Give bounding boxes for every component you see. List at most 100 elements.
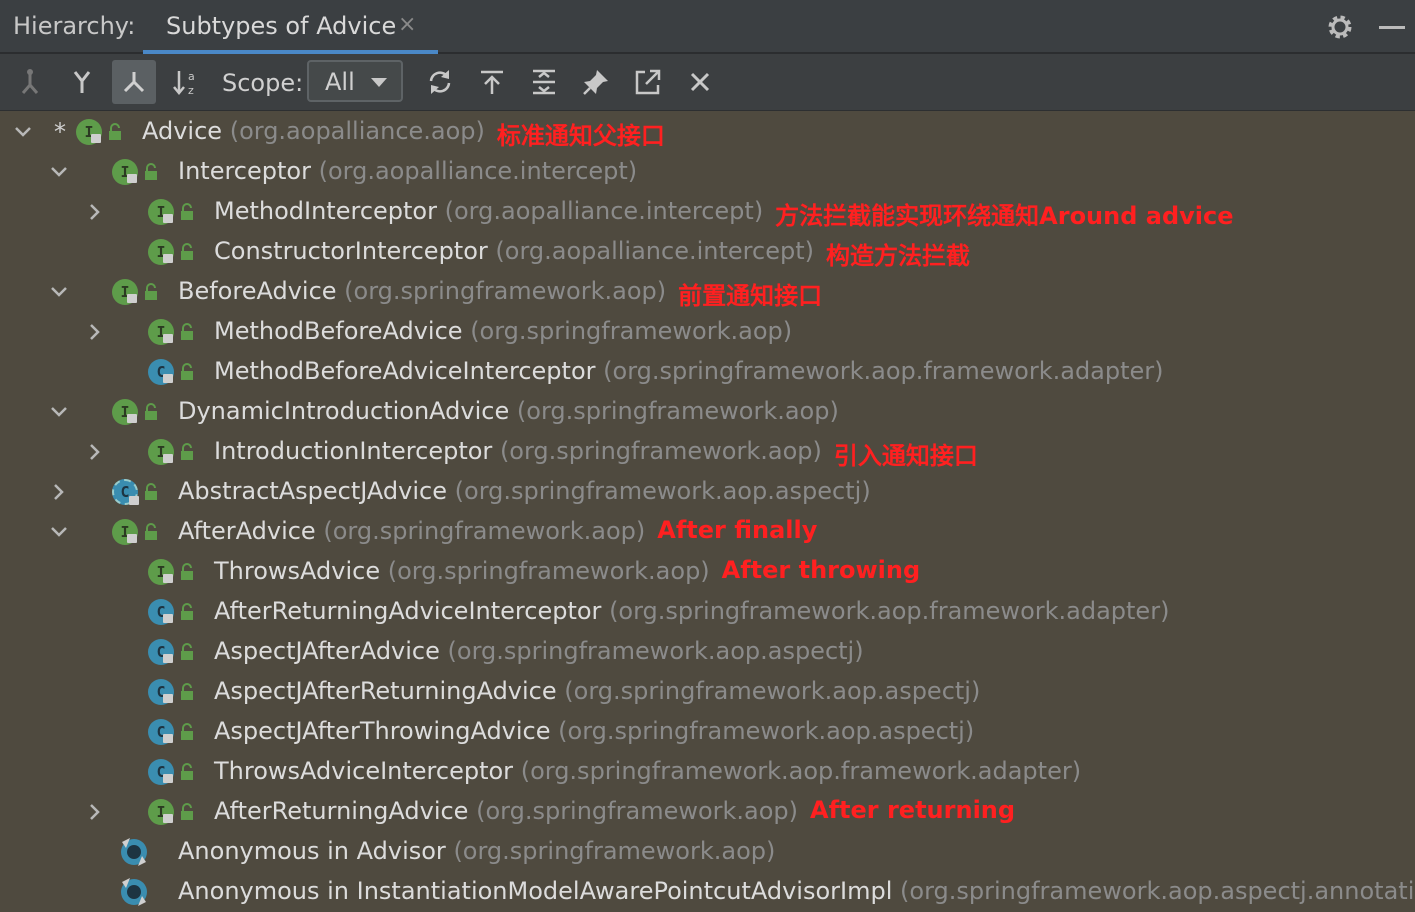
public-access-icon <box>145 483 157 500</box>
package-name: (org.springframework.aop) <box>387 557 710 585</box>
pin-icon[interactable] <box>574 60 618 104</box>
gear-icon[interactable] <box>1326 13 1354 41</box>
tree-row[interactable]: C AfterReturningAdviceInterceptor (org.sp… <box>0 592 1415 632</box>
tree-row[interactable]: C AspectJAfterReturningAdvice (org.spring… <box>0 672 1415 712</box>
tree-item-name[interactable]: DynamicIntroductionAdvice (org.springfra… <box>178 397 839 425</box>
chevron-right-icon[interactable] <box>84 441 106 463</box>
package-name: (org.springframework.aop.framework.adapt… <box>603 357 1164 385</box>
tree-row[interactable]: I MethodBeforeAdvice (org.springframework… <box>0 312 1415 352</box>
class-hierarchy-icon[interactable] <box>112 60 156 104</box>
class-name: Interceptor <box>178 157 311 185</box>
refresh-icon[interactable] <box>418 60 462 104</box>
export-icon[interactable] <box>470 60 514 104</box>
tree-row[interactable]: * I Advice (org.aopalliance.aop) 标准通知父接口 <box>0 112 1415 152</box>
package-name: (org.springframework.aop.framework.adapt… <box>520 757 1082 785</box>
public-access-icon <box>181 763 193 780</box>
chevron-right-icon[interactable] <box>48 481 70 503</box>
class-name: Anonymous in Advisor <box>178 837 446 865</box>
package-name: (org.springframework.aop) <box>323 517 646 545</box>
tree-row[interactable]: C AspectJAfterAdvice (org.springframework… <box>0 632 1415 672</box>
package-name: (org.aopalliance.intercept) <box>444 197 764 225</box>
close-icon[interactable] <box>678 60 722 104</box>
class-icon: C <box>148 759 174 785</box>
tree-row[interactable]: I AfterAdvice (org.springframework.aop) Af… <box>0 512 1415 552</box>
tree-item-name[interactable]: Anonymous in InstantiationModelAwarePoin… <box>178 877 1415 905</box>
hierarchy-tree: * I Advice (org.aopalliance.aop) 标准通知父接口 I In… <box>0 112 1415 912</box>
interface-icon: I <box>148 199 174 225</box>
class-name: Advice <box>142 117 223 145</box>
tree-row[interactable]: Anonymous in InstantiationModelAwarePoin… <box>0 872 1415 912</box>
class-name: IntroductionInterceptor <box>214 437 493 465</box>
open-in-new-window-icon[interactable] <box>626 60 670 104</box>
tree-item-name[interactable]: MethodInterceptor (org.aopalliance.inter… <box>214 197 763 225</box>
interface-icon: I <box>112 279 138 305</box>
tree-row[interactable]: I ThrowsAdvice (org.springframework.aop) A… <box>0 552 1415 592</box>
class-icon: C <box>148 719 174 745</box>
class-name: ThrowsAdvice <box>214 557 381 585</box>
annotation-note: 引入通知接口 <box>833 442 978 470</box>
tree-row[interactable]: I IntroductionInterceptor (org.springfram… <box>0 432 1415 472</box>
minimize-icon[interactable] <box>1379 26 1405 29</box>
class-icon: C <box>148 599 174 625</box>
package-name: (org.springframework.aop.aspectj) <box>447 637 864 665</box>
svg-text:a: a <box>188 70 195 83</box>
tree-row[interactable]: I DynamicIntroductionAdvice (org.springfr… <box>0 392 1415 432</box>
tree-item-name[interactable]: IntroductionInterceptor (org.springframe… <box>214 437 822 465</box>
interface-icon: I <box>76 119 102 145</box>
tree-item-name[interactable]: AspectJAfterThrowingAdvice (org.springfr… <box>214 717 974 745</box>
class-name: Anonymous in InstantiationModelAwarePoin… <box>178 877 893 905</box>
public-access-icon <box>181 683 193 700</box>
tree-item-name[interactable]: AfterReturningAdviceInterceptor (org.spr… <box>214 597 1169 625</box>
tree-item-name[interactable]: ThrowsAdvice (org.springframework.aop) <box>214 557 710 585</box>
tree-row[interactable]: C AbstractAspectJAdvice (org.springframew… <box>0 472 1415 512</box>
tab-close-icon[interactable]: × <box>398 12 416 37</box>
tab-title: Subtypes of Advice <box>166 12 397 40</box>
tree-item-name[interactable]: AspectJAfterReturningAdvice (org.springf… <box>214 677 980 705</box>
tree-row[interactable]: C AspectJAfterThrowingAdvice (org.springf… <box>0 712 1415 752</box>
tree-item-name[interactable]: AspectJAfterAdvice (org.springframework.… <box>214 637 864 665</box>
package-name: (org.springframework.aop.framework.adapt… <box>609 597 1170 625</box>
tree-item-name[interactable]: Anonymous in Advisor (org.springframewor… <box>178 837 775 865</box>
supertypes-hierarchy-icon[interactable] <box>8 60 52 104</box>
tree-row[interactable]: I Interceptor (org.aopalliance.intercept) <box>0 152 1415 192</box>
package-name: (org.springframework.aop) <box>476 797 799 825</box>
chevron-down-icon[interactable] <box>48 401 70 423</box>
tree-item-name[interactable]: BeforeAdvice (org.springframework.aop) <box>178 277 666 305</box>
tree-row[interactable]: I ConstructorInterceptor (org.aopalliance… <box>0 232 1415 272</box>
package-name: (org.aopalliance.intercept) <box>495 237 814 265</box>
expand-all-icon[interactable] <box>522 60 566 104</box>
sort-alphabetically-icon[interactable]: az <box>164 60 208 104</box>
chevron-down-icon[interactable] <box>48 161 70 183</box>
chevron-down-icon[interactable] <box>12 121 34 143</box>
chevron-right-icon[interactable] <box>84 801 106 823</box>
package-name: (org.springframework.aop) <box>453 837 776 865</box>
annotation-note: 构造方法拦截 <box>825 242 970 270</box>
hierarchy-toolbar: az Scope: All <box>0 54 1415 111</box>
subtypes-hierarchy-icon[interactable] <box>60 60 104 104</box>
tree-row[interactable]: I AfterReturningAdvice (org.springframewo… <box>0 792 1415 832</box>
public-access-icon <box>145 283 157 300</box>
tree-item-name[interactable]: AfterReturningAdvice (org.springframewor… <box>214 797 798 825</box>
public-access-icon <box>109 123 121 140</box>
tab-subtypes-of-advice[interactable]: Subtypes of Advice × <box>143 0 438 54</box>
chevron-down-icon[interactable] <box>48 281 70 303</box>
public-access-icon <box>181 203 193 220</box>
tree-item-name[interactable]: Interceptor (org.aopalliance.intercept) <box>178 157 637 185</box>
tree-item-name[interactable]: MethodBeforeAdviceInterceptor (org.sprin… <box>214 357 1164 385</box>
tree-item-name[interactable]: MethodBeforeAdvice (org.springframework.… <box>214 317 792 345</box>
tree-row[interactable]: C MethodBeforeAdviceInterceptor (org.spri… <box>0 352 1415 392</box>
scope-select[interactable]: All <box>307 60 403 102</box>
tree-row[interactable]: C ThrowsAdviceInterceptor (org.springfram… <box>0 752 1415 792</box>
tree-item-name[interactable]: AfterAdvice (org.springframework.aop) <box>178 517 645 545</box>
tree-row[interactable]: I MethodInterceptor (org.aopalliance.inte… <box>0 192 1415 232</box>
tree-item-name[interactable]: ThrowsAdviceInterceptor (org.springframe… <box>214 757 1081 785</box>
tree-row[interactable]: I BeforeAdvice (org.springframework.aop) 前… <box>0 272 1415 312</box>
chevron-right-icon[interactable] <box>84 201 106 223</box>
tree-item-name[interactable]: ConstructorInterceptor (org.aopalliance.… <box>214 237 814 265</box>
chevron-down-icon[interactable] <box>48 521 70 543</box>
tree-row[interactable]: Anonymous in Advisor (org.springframewor… <box>0 832 1415 872</box>
class-name: AspectJAfterReturningAdvice <box>214 677 557 705</box>
chevron-right-icon[interactable] <box>84 321 106 343</box>
tree-item-name[interactable]: Advice (org.aopalliance.aop) <box>142 117 485 145</box>
tree-item-name[interactable]: AbstractAspectJAdvice (org.springframewo… <box>178 477 871 505</box>
